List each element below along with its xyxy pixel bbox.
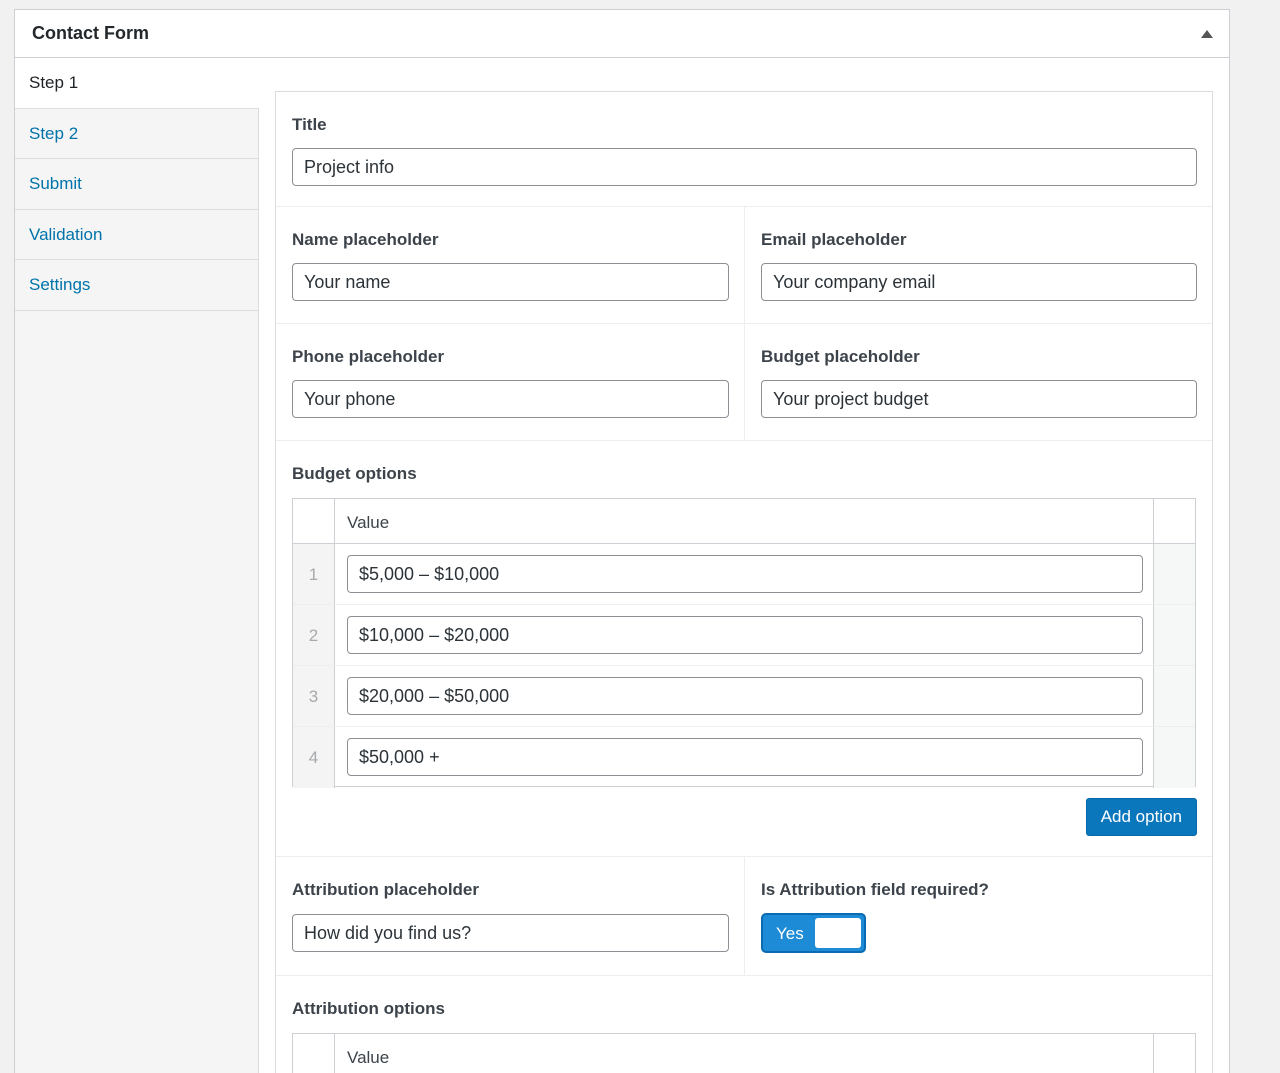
budget-option-input[interactable] bbox=[347, 555, 1143, 593]
budget-option-input[interactable] bbox=[347, 677, 1143, 715]
step-tabs: Step 1 Step 2 Submit Validation Settings bbox=[15, 58, 259, 1073]
row-number[interactable]: 3 bbox=[293, 666, 335, 726]
budget-placeholder-label: Budget placeholder bbox=[761, 347, 920, 366]
attribution-placeholder-input[interactable] bbox=[292, 914, 729, 952]
tab-submit[interactable]: Submit bbox=[15, 159, 258, 210]
tab-validation[interactable]: Validation bbox=[15, 210, 258, 260]
name-placeholder-label: Name placeholder bbox=[292, 230, 439, 249]
attribution-options-table: Value bbox=[292, 1033, 1196, 1073]
collapse-arrow-icon[interactable] bbox=[1201, 30, 1213, 38]
attribution-options-row: Attribution options Value bbox=[276, 976, 1212, 1073]
tab-step-2[interactable]: Step 2 bbox=[15, 109, 258, 159]
attribution-required-toggle[interactable]: Yes bbox=[761, 913, 866, 953]
budget-options-row: Budget options Value 1 2 bbox=[276, 441, 1212, 857]
phone-placeholder-col: Phone placeholder bbox=[276, 324, 745, 440]
attribution-required-label: Is Attribution field required? bbox=[761, 880, 989, 899]
row-number-header bbox=[293, 1034, 335, 1073]
row-actions-header bbox=[1153, 499, 1195, 543]
budget-option-input[interactable] bbox=[347, 616, 1143, 654]
attribution-required-col: Is Attribution field required? Yes bbox=[745, 857, 1212, 975]
row-number[interactable]: 1 bbox=[293, 544, 335, 604]
table-header: Value bbox=[293, 1034, 1195, 1073]
contact-form-panel: Contact Form Step 1 Step 2 Submit Valida… bbox=[14, 9, 1230, 1073]
title-label: Title bbox=[292, 115, 327, 134]
row-actions[interactable] bbox=[1153, 727, 1195, 788]
attribution-placeholder-label: Attribution placeholder bbox=[292, 880, 479, 899]
phone-placeholder-label: Phone placeholder bbox=[292, 347, 445, 366]
row-actions[interactable] bbox=[1153, 666, 1195, 726]
budget-placeholder-input[interactable] bbox=[761, 380, 1197, 418]
row-actions[interactable] bbox=[1153, 605, 1195, 665]
table-header: Value bbox=[293, 499, 1195, 544]
name-placeholder-col: Name placeholder bbox=[276, 207, 745, 323]
attribution-options-label: Attribution options bbox=[292, 999, 445, 1018]
panel-header[interactable]: Contact Form bbox=[15, 10, 1229, 58]
value-column-header: Value bbox=[347, 1048, 390, 1067]
panel-title: Contact Form bbox=[32, 23, 149, 43]
attribution-placeholder-col: Attribution placeholder bbox=[276, 857, 745, 975]
row-actions[interactable] bbox=[1153, 544, 1195, 604]
name-placeholder-input[interactable] bbox=[292, 263, 729, 301]
row-number[interactable]: 4 bbox=[293, 727, 335, 788]
budget-options-table: Value 1 2 3 bbox=[292, 498, 1196, 788]
title-field-row: Title bbox=[276, 92, 1212, 207]
title-input[interactable] bbox=[292, 148, 1197, 186]
table-row: 4 bbox=[293, 727, 1195, 788]
phone-budget-row: Phone placeholder Budget placeholder bbox=[276, 324, 1212, 441]
email-placeholder-col: Email placeholder bbox=[745, 207, 1212, 323]
budget-option-input[interactable] bbox=[347, 738, 1143, 776]
toggle-knob bbox=[815, 918, 861, 948]
fields-panel: Title Name placeholder Email placeholder… bbox=[275, 91, 1213, 1073]
table-row: 1 bbox=[293, 544, 1195, 605]
row-number[interactable]: 2 bbox=[293, 605, 335, 665]
budget-placeholder-col: Budget placeholder bbox=[745, 324, 1212, 440]
budget-options-label: Budget options bbox=[292, 464, 417, 483]
toggle-label: Yes bbox=[776, 924, 804, 943]
attribution-row: Attribution placeholder Is Attribution f… bbox=[276, 857, 1212, 976]
value-column-header: Value bbox=[347, 513, 390, 532]
tab-step-1[interactable]: Step 1 bbox=[15, 58, 259, 109]
table-row: 2 bbox=[293, 605, 1195, 666]
email-placeholder-label: Email placeholder bbox=[761, 230, 907, 249]
phone-placeholder-input[interactable] bbox=[292, 380, 729, 418]
add-option-button[interactable]: Add option bbox=[1085, 798, 1197, 836]
name-email-row: Name placeholder Email placeholder bbox=[276, 207, 1212, 324]
row-actions-header bbox=[1153, 1034, 1195, 1073]
table-row: 3 bbox=[293, 666, 1195, 727]
email-placeholder-input[interactable] bbox=[761, 263, 1197, 301]
tab-settings[interactable]: Settings bbox=[15, 260, 258, 311]
row-number-header bbox=[293, 499, 335, 543]
